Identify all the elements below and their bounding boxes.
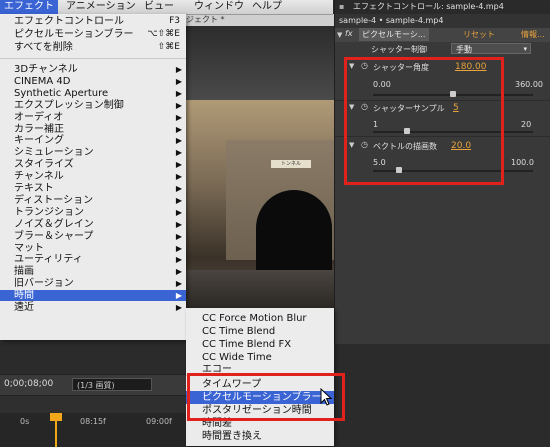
menu-category-item[interactable]: オーディオ ▶ [0,112,186,123]
submenu-arrow-icon: ▶ [175,112,182,122]
submenu-arrow-icon: ▶ [175,303,182,312]
tunnel-arch [256,190,332,270]
submenu-arrow-icon: ▶ [175,267,182,277]
menu-view[interactable]: ビュー [140,0,178,14]
submenu-item[interactable]: CC Time Blend [186,325,334,338]
submenu-arrow-icon: ▶ [175,195,182,205]
expand-triangle-icon[interactable]: ▼ [337,31,342,39]
menu-category-item[interactable]: シミュレーション ▶ [0,147,186,158]
menu-separator [0,58,186,59]
parameters-highlight-box [344,57,504,185]
menu-category-item[interactable]: スタイライズ ▶ [0,159,186,170]
shutter-control-label: シャッター制御 [371,45,427,54]
shutter-control-select[interactable]: 手動 ▾ [451,43,531,54]
menu-item-effect-controls[interactable]: エフェクトコントロール F3 [0,16,186,27]
submenu-item[interactable]: CC Force Motion Blur [186,312,334,325]
submenu-arrow-icon: ▶ [175,172,182,182]
reset-link[interactable]: リセット [463,29,495,40]
effect-menu-dropdown: エフェクトコントロール F3 ピクセルモーションブラー ⌥⇧⌘E すべてを削除 … [0,14,186,340]
timeline-toolbar: 0;00;08;00 (1/3 画質) [0,375,186,396]
menu-category-item[interactable]: 3Dチャンネル ▶ [0,64,186,75]
menu-effect[interactable]: エフェクト [0,0,58,14]
menu-category-item[interactable]: キーイング ▶ [0,135,186,146]
menu-category-item[interactable]: 遠近 ▶ [0,302,186,313]
menu-window[interactable]: ウィンドウ [190,0,248,14]
effect-controls-tab[interactable]: ▪ エフェクトコントロール: sample-4.mp4 [335,0,550,15]
menu-category-item[interactable]: ユーティリティ ▶ [0,254,186,265]
comp-viewer-top [186,26,334,100]
menu-category-item[interactable]: 描画 ▶ [0,266,186,277]
info-link[interactable]: 情報... [521,29,545,40]
submenu-arrow-icon: ▶ [175,219,182,229]
tick-label: 09:00f [146,417,172,426]
tick-label: 0s [20,417,30,426]
menu-help[interactable]: ヘルプ [248,0,286,14]
range-max: 100.0 [511,158,534,167]
submenu-arrow-icon: ▶ [175,207,182,217]
range-max: 360.00 [515,80,543,89]
menu-category-item[interactable]: カラー補正 ▶ [0,124,186,135]
submenu-arrow-icon: ▶ [175,291,182,301]
menu-category-item[interactable]: Synthetic Aperture ▶ [0,88,186,99]
chevron-down-icon: ▾ [523,45,527,53]
timeline-panel: 0;00;08;00 (1/3 画質) 0s 08:15f 09:00f [0,374,186,447]
tunnel-sign: トンネル [271,160,311,168]
menu-category-item[interactable]: エクスプレッション制御 ▶ [0,100,186,111]
range-max: 20 [521,120,532,129]
mouse-cursor-icon [320,388,333,406]
menu-category-item[interactable]: 旧バージョン ▶ [0,278,186,289]
menu-category-item[interactable]: CINEMA 4D ▶ [0,76,186,87]
submenu-arrow-icon: ▶ [175,255,182,265]
submenu-arrow-icon: ▶ [175,231,182,241]
menu-category-item[interactable]: 時間 ▶ [0,290,186,302]
menu-animation[interactable]: アニメーション [62,0,140,14]
submenu-arrow-icon: ▶ [175,65,182,74]
shutter-control-row: シャッター制御 手動 ▾ [335,42,550,56]
submenu-arrow-icon: ▶ [175,184,182,193]
effect-controls-breadcrumb: sample-4 • sample-4.mp4 [335,14,550,28]
submenu-item[interactable]: 時間置き換え [186,430,334,443]
tick-label: 08:15f [80,417,106,426]
submenu-arrow-icon: ▶ [175,136,182,146]
tunnel-photo: トンネル [186,100,334,310]
menu-category-item[interactable]: テキスト ▶ [0,183,186,194]
menu-item-pixel-motion-blur[interactable]: ピクセルモーションブラー ⌥⇧⌘E [0,29,186,40]
menu-category-item[interactable]: ブラー＆シャープ ▶ [0,231,186,242]
menu-category-item[interactable]: トランジション ▶ [0,207,186,218]
timecode[interactable]: 0;00;08;00 [4,379,53,389]
menu-item-remove-all[interactable]: すべてを削除 ⇧⌘E [0,42,186,53]
fx-toggle[interactable]: fx [345,29,353,38]
submenu-arrow-icon: ▶ [175,243,182,253]
submenu-arrow-icon: ▶ [175,279,182,289]
menu-category-item[interactable]: ディストーション ▶ [0,195,186,206]
resolution-select[interactable]: (1/3 画質) [72,378,152,391]
lock-icon[interactable]: ▪ [339,0,344,14]
submenu-arrow-icon: ▶ [175,76,182,86]
submenu-arrow-icon: ▶ [175,124,182,134]
road [186,270,334,310]
submenu-arrow-icon: ▶ [175,100,182,110]
menu-category-item[interactable]: マット ▶ [0,243,186,254]
effect-header-row: ▼ fx ピクセルモーシ... リセット 情報... [335,28,550,43]
submenu-arrow-icon: ▶ [175,160,182,170]
time-ruler[interactable]: 0s 08:15f 09:00f [0,413,186,447]
menubar: エフェクト アニメーション ビュー ウィンドウ ヘルプ [0,0,333,15]
effect-name[interactable]: ピクセルモーシ... [359,28,429,41]
submenu-arrow-icon: ▶ [175,88,182,98]
menu-category-item[interactable]: ノイズ＆グレイン ▶ [0,219,186,230]
playhead[interactable] [55,413,57,447]
submenu-arrow-icon: ▶ [175,148,182,158]
submenu-item[interactable]: CC Time Blend FX [186,338,334,351]
menu-category-item[interactable]: チャンネル ▶ [0,171,186,182]
